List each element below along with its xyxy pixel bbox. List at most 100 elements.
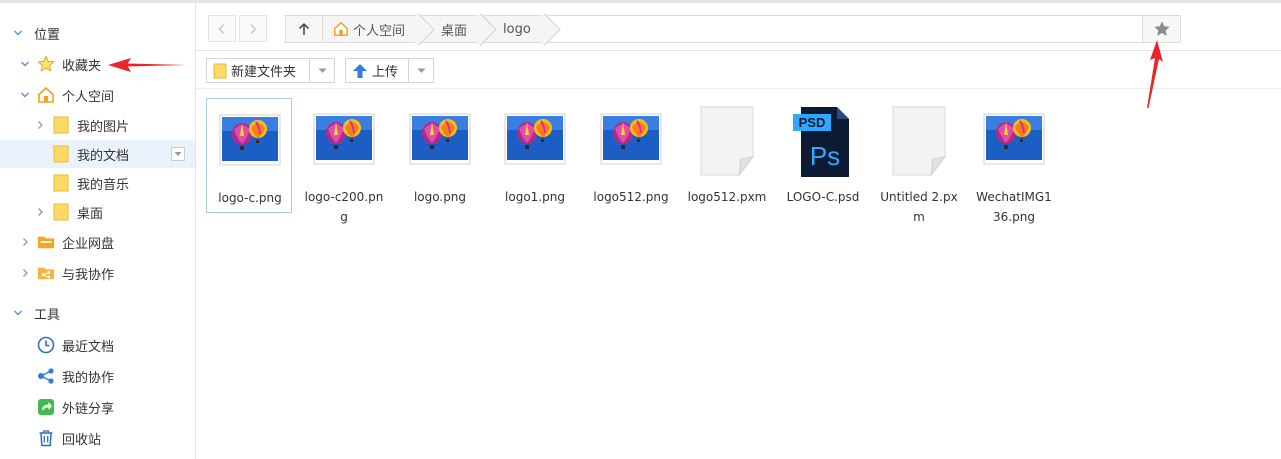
new-folder-dropdown[interactable] [309,59,334,82]
sidebar-item-enterprise-disk[interactable]: 企业网盘 [0,228,195,256]
sidebar-item-personal-space[interactable]: 个人空间 [0,81,195,109]
sidebar-item-my-documents[interactable]: 我的文档 [0,140,195,168]
sidebar-item-external-share[interactable]: 外链分享 [0,393,195,421]
back-button[interactable] [208,15,236,42]
upload-button[interactable]: 上传 [345,58,434,83]
svg-text:Ps: Ps [810,141,840,171]
file-item[interactable]: WechatIMG136.png [971,98,1057,224]
sidebar-item-recycle-bin[interactable]: 回收站 [0,424,195,452]
sidebar-item-label: 个人空间 [62,89,115,105]
new-folder-label: 新建文件夹 [231,65,297,80]
sidebar-section-tools[interactable]: 工具 [0,299,195,327]
file-item[interactable]: logo.png [397,98,483,213]
sidebar-item-favorites[interactable]: 收藏夹 [0,50,195,78]
sidebar-section-location[interactable]: 位置 [0,19,195,47]
shared-folder-icon [37,264,55,282]
image-thumbnail-icon [982,105,1046,179]
image-thumbnail-icon [312,105,376,179]
folder-icon [52,174,70,192]
image-thumbnail-icon [408,105,472,179]
sidebar-item-my-pictures[interactable]: 我的图片 [0,111,195,139]
sidebar-item-recent-docs[interactable]: 最近文档 [0,331,195,359]
folder-icon [213,63,227,78]
upload-label: 上传 [372,65,399,80]
image-thumbnail-icon [218,106,282,180]
divider [196,50,1281,51]
breadcrumb-item-personal-space[interactable]: 个人空间 [323,16,424,42]
home-icon [37,86,55,104]
breadcrumb-empty-area[interactable] [549,16,1180,42]
folder-icon [52,203,70,221]
star-icon [1153,21,1170,36]
sidebar-item-shared-with-me[interactable]: 与我协作 [0,259,195,287]
file-name: logo-c.png [218,191,282,205]
file-name: WechatIMG136.png [976,190,1052,224]
forward-button[interactable] [239,15,267,42]
up-level-button[interactable] [286,16,323,42]
chevron-down-icon[interactable] [13,28,23,38]
file-name: logo512.pxm [687,190,767,204]
image-thumbnail-icon [599,105,663,179]
chevron-right-icon[interactable] [35,120,45,130]
sidebar-section-label: 位置 [34,27,61,43]
sidebar-item-desktop[interactable]: 桌面 [0,198,195,226]
file-name: logo1.png [505,190,565,204]
chevron-down-icon[interactable] [13,308,23,318]
sidebar-item-label: 外链分享 [62,401,115,417]
enterprise-folder-icon [37,233,55,251]
sidebar-item-label: 桌面 [77,206,104,222]
file-item[interactable]: logo1.png [492,98,578,213]
file-name: logo-c200.png [304,190,384,224]
caret-down-icon [417,68,425,73]
breadcrumb-label: logo [503,21,531,37]
add-favorite-button[interactable] [1142,15,1181,43]
caret-down-icon [318,68,326,73]
arrow-up-icon [298,22,310,35]
file-item[interactable]: logo512.pxm [684,98,770,213]
file-name: logo.png [413,190,467,204]
chevron-down-icon[interactable] [20,90,30,100]
upload-arrow-icon [353,63,367,78]
sidebar-item-my-collaboration[interactable]: 我的协作 [0,362,195,390]
item-menu-dropdown[interactable] [171,147,185,161]
sidebar-item-label: 收藏夹 [62,58,102,74]
chevron-right-icon[interactable] [20,268,30,278]
file-name: Untitled 2.pxm [880,190,958,224]
file-item[interactable]: PSD Ps LOGO-C.psd [780,98,866,213]
sidebar-item-label: 我的协作 [62,370,115,386]
file-item[interactable]: logo-c200.png [301,98,387,224]
trash-icon [37,429,55,447]
sidebar-item-label: 我的音乐 [77,177,130,193]
upload-dropdown[interactable] [408,59,433,82]
home-icon [334,21,348,36]
file-item[interactable]: Untitled 2.pxm [876,98,962,224]
sidebar-section-label: 工具 [34,307,61,323]
file-item[interactable]: logo-c.png [206,98,292,213]
share-nodes-icon [37,367,55,385]
blank-file-icon [887,105,951,179]
upload-main[interactable]: 上传 [346,59,408,82]
file-item[interactable]: logo512.png [588,98,674,213]
folder-icon [52,116,70,134]
chevron-right-icon[interactable] [35,207,45,217]
star-icon [37,55,55,73]
sidebar-item-label: 企业网盘 [62,236,115,252]
sidebar-item-label: 与我协作 [62,267,115,283]
new-folder-main[interactable]: 新建文件夹 [207,59,309,82]
chevron-right-icon[interactable] [20,237,30,247]
blank-file-icon [695,105,759,179]
folder-icon [52,145,70,163]
image-thumbnail-icon [503,105,567,179]
sidebar-item-label: 回收站 [62,432,102,448]
main-panel: 个人空间 桌面 logo 新建文件夹 上传 logo-c.png logo-c2… [196,3,1281,459]
svg-text:PSD: PSD [799,115,826,130]
external-link-share-icon [37,398,55,416]
breadcrumb-label: 个人空间 [353,23,406,39]
divider [196,88,1281,89]
sidebar-item-label: 我的文档 [77,148,130,164]
new-folder-button[interactable]: 新建文件夹 [206,58,335,83]
sidebar-item-label: 我的图片 [77,119,130,135]
sidebar-item-my-music[interactable]: 我的音乐 [0,169,195,197]
arrow-right-icon [250,23,257,34]
chevron-down-icon[interactable] [20,59,30,69]
